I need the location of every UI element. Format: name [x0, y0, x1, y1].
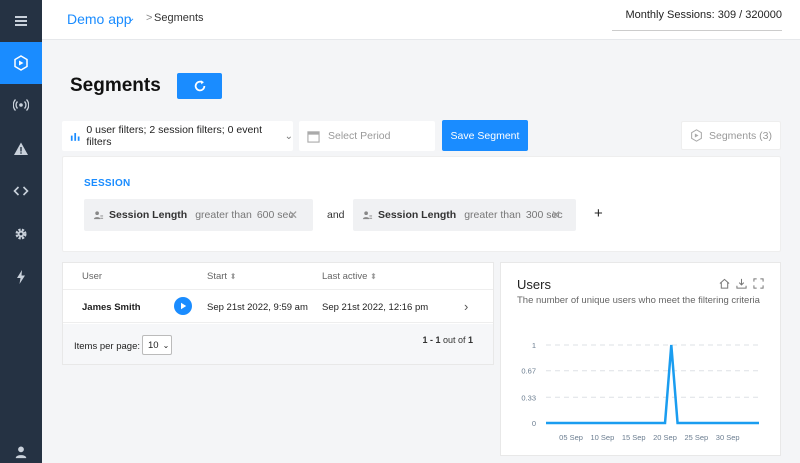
sidebar-item-broadcast[interactable] — [0, 84, 42, 126]
play-session-button[interactable] — [174, 297, 192, 315]
segments-icon — [691, 129, 702, 142]
bar-chart-icon — [70, 132, 80, 141]
user-icon — [15, 446, 27, 459]
sidebar-item-settings[interactable] — [0, 213, 42, 255]
session-section-label: SESSION — [84, 178, 131, 189]
sidebar — [0, 0, 42, 463]
column-header-start[interactable]: Start ⬍ — [207, 271, 236, 282]
lightning-icon — [17, 270, 25, 284]
filter-connector: and — [327, 209, 345, 221]
chevron-down-icon: ⌄ — [284, 130, 293, 142]
code-icon — [13, 186, 29, 196]
filter-person-icon — [93, 210, 104, 219]
page-title: Segments — [70, 75, 161, 96]
filter-operator: greater than — [195, 209, 252, 221]
chevron-down-icon: ⌄ — [162, 340, 170, 350]
pagination-info: 1 - 1 out of 1 — [422, 335, 473, 345]
sort-icon[interactable]: ⬍ — [370, 272, 377, 281]
column-header-user: User — [82, 271, 103, 282]
segments-icon — [14, 55, 28, 71]
x-tick-label: 20 Sep — [653, 433, 677, 442]
breadcrumb: Segments — [154, 12, 204, 24]
y-tick-label: 0 — [532, 419, 536, 428]
filter-operator: greater than — [464, 209, 521, 221]
users-chart-card: Users The number of unique users who mee… — [500, 262, 781, 456]
filter-chip[interactable]: Session Length greater than 300 sec ✕ — [353, 199, 576, 231]
user-name: James Smith — [82, 302, 141, 313]
x-tick-label: 05 Sep — [559, 433, 583, 442]
series-line — [546, 344, 759, 425]
broadcast-icon — [13, 99, 29, 111]
calendar-icon — [307, 130, 320, 143]
add-filter-button[interactable]: + — [594, 205, 603, 222]
menu-icon — [15, 16, 27, 26]
items-per-page-label: Items per page: — [74, 341, 141, 352]
top-header: Demo app ⌄ > Segments Monthly Sessions: … — [42, 0, 800, 40]
app-selector[interactable]: Demo app — [67, 11, 132, 27]
filter-person-icon — [362, 210, 373, 219]
items-per-page-select[interactable]: 10 ⌄ — [142, 335, 172, 355]
users-table: User Start ⬍ Last active ⬍ James Smith S… — [62, 262, 494, 365]
filter-name: Session Length — [378, 209, 457, 221]
sidebar-item-integrations[interactable] — [0, 256, 42, 298]
refresh-icon — [194, 80, 205, 92]
play-icon — [181, 302, 187, 310]
table-row[interactable]: James Smith Sep 21st 2022, 9:59 am Sep 2… — [63, 289, 493, 323]
sidebar-item-alerts[interactable] — [0, 128, 42, 170]
x-tick-label: 15 Sep — [622, 433, 646, 442]
x-tick-label: 30 Sep — [716, 433, 740, 442]
chevron-right-icon[interactable]: › — [464, 299, 468, 314]
sort-icon[interactable]: ⬍ — [230, 272, 237, 281]
session-last-active: Sep 21st 2022, 12:16 pm — [322, 302, 429, 313]
close-icon[interactable]: ✕ — [551, 208, 561, 222]
segments-list-button[interactable]: Segments (3) — [681, 121, 781, 150]
chevron-down-icon[interactable]: ⌄ — [127, 13, 135, 24]
column-header-last-active[interactable]: Last active ⬍ — [322, 271, 377, 282]
y-tick-label: 0.33 — [521, 393, 536, 402]
save-segment-button[interactable]: Save Segment — [442, 120, 528, 151]
filters-summary: 0 user filters; 2 session filters; 0 eve… — [86, 124, 263, 148]
period-placeholder: Select Period — [328, 130, 391, 142]
refresh-button[interactable] — [177, 73, 222, 99]
sessions-progress-track — [612, 30, 782, 31]
close-icon[interactable]: ✕ — [288, 208, 298, 222]
x-tick-label: 25 Sep — [684, 433, 708, 442]
gear-icon — [15, 228, 27, 240]
monthly-sessions-counter: Monthly Sessions: 309 / 320000 — [625, 9, 782, 21]
filter-chip[interactable]: Session Length greater than 600 sec ✕ — [84, 199, 313, 231]
segments-count-label: Segments (3) — [708, 129, 773, 142]
filters-dropdown[interactable]: 0 user filters; 2 session filters; 0 eve… — [62, 121, 293, 151]
table-footer: Items per page: 10 ⌄ 1 - 1 out of 1 — [63, 324, 493, 364]
x-tick-label: 10 Sep — [590, 433, 614, 442]
warning-icon — [14, 142, 28, 155]
y-tick-label: 0.67 — [521, 367, 536, 376]
session-filters-card: SESSION Session Length greater than 600 … — [62, 156, 781, 252]
sidebar-menu[interactable] — [0, 0, 42, 42]
filter-name: Session Length — [109, 209, 188, 221]
sidebar-item-segments[interactable] — [0, 42, 42, 84]
sidebar-item-code[interactable] — [0, 170, 42, 212]
session-start: Sep 21st 2022, 9:59 am — [207, 302, 308, 313]
items-per-page-value: 10 — [148, 339, 159, 351]
y-tick-label: 1 — [532, 341, 536, 350]
sidebar-item-account[interactable] — [0, 441, 42, 463]
period-picker[interactable]: Select Period — [299, 121, 435, 151]
breadcrumb-separator: > — [146, 12, 153, 24]
users-line-chart: 0 0.33 0.67 1 05 Sep 10 Sep 15 Sep 20 Sep 25 Sep… — [521, 341, 759, 442]
